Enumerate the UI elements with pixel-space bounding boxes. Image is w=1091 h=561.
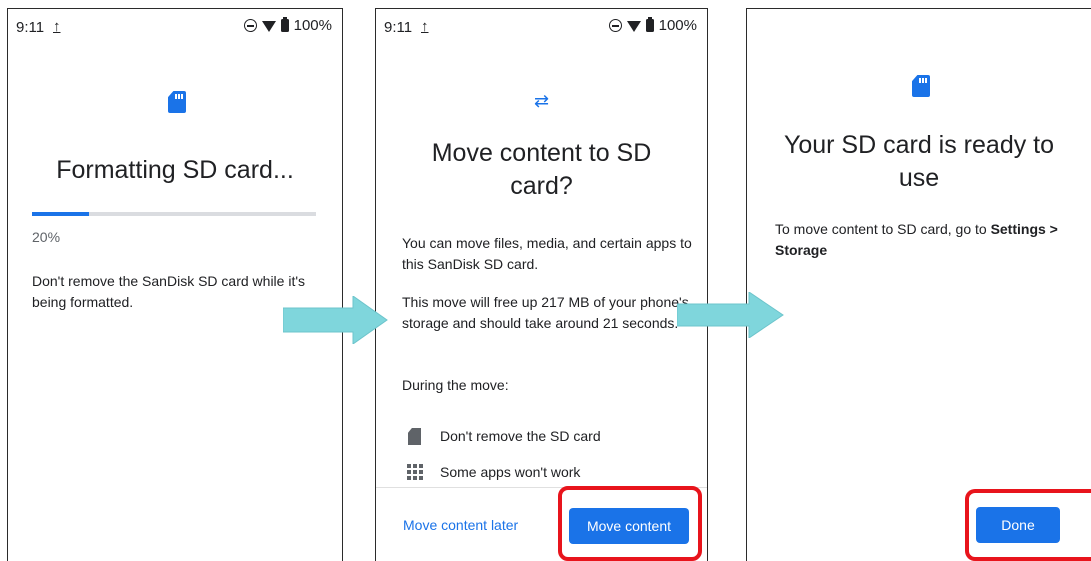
progress-bar-fill [32, 212, 89, 216]
status-icons: 100% [608, 17, 697, 34]
wifi-icon [261, 21, 276, 32]
screen-move-content: 9:11 ↑ 100% ⇄ Move content to SD card? Y… [375, 8, 708, 561]
ready-message-text: To move content to SD card, go to [775, 221, 991, 237]
move-description: You can move files, media, and certain a… [402, 235, 692, 272]
page-title: Formatting SD card... [56, 156, 294, 184]
move-content-later-button[interactable]: Move content later [403, 517, 518, 533]
upload-icon: ↑ [53, 18, 61, 35]
arrow-right-icon [677, 292, 784, 338]
do-not-disturb-icon [608, 19, 622, 32]
status-time: 9:11 [384, 19, 413, 36]
warning-remove-card: Don't remove the SD card [440, 428, 601, 444]
status-bar: 9:11 ↑ 100% [376, 9, 707, 45]
transfer-icon: ⇄ [533, 91, 550, 111]
upload-icon: ↑ [421, 18, 429, 35]
storage-estimate: This move will free up 217 MB of your ph… [402, 294, 689, 331]
page-title: Move content to SD card? [431, 139, 652, 200]
battery-level: 100% [293, 17, 332, 34]
page-title: Your SD card is ready to use [783, 131, 1055, 192]
progress-bar [32, 212, 316, 216]
status-bar: 9:11 ↑ 100% [8, 9, 342, 45]
wifi-icon [626, 21, 641, 32]
battery-icon [280, 17, 289, 32]
arrow-right-icon [283, 296, 388, 344]
warning-apps: Some apps won't work [440, 464, 581, 480]
apps-grid-icon [407, 464, 423, 480]
sd-card-icon [408, 428, 421, 445]
highlight-move-content-button [558, 486, 702, 561]
status-icons: 100% [243, 17, 332, 34]
battery-icon [645, 17, 654, 32]
status-time: 9:11 [16, 19, 45, 36]
do-not-disturb-icon [243, 19, 257, 32]
sd-card-icon [168, 91, 186, 113]
progress-label: 20% [32, 229, 61, 245]
screen-sd-ready: Your SD card is ready to use To move con… [746, 8, 1091, 561]
ready-message: To move content to SD card, go to Settin… [775, 219, 1075, 261]
sd-card-icon [912, 75, 930, 97]
highlight-done-button [965, 489, 1091, 561]
screen-formatting: 9:11 ↑ 100% Formatting SD card... 20% Do… [7, 8, 343, 561]
during-move-heading: During the move: [402, 377, 509, 393]
battery-level: 100% [658, 17, 697, 34]
